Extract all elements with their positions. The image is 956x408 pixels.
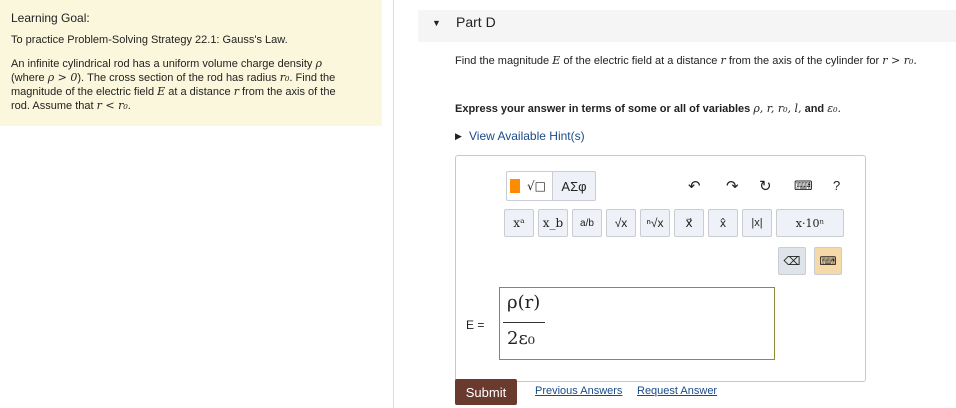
- answer-denominator[interactable]: 2ε₀: [507, 328, 535, 349]
- answer-numerator[interactable]: ρ(r): [507, 292, 540, 313]
- rho-symbol: ρ: [315, 57, 322, 70]
- undo-icon[interactable]: ↶: [688, 177, 701, 195]
- learning-goal-description: An infinite cylindrical rod has a unifor…: [11, 57, 336, 112]
- answer-label: E =: [466, 318, 485, 332]
- fraction-bar: [503, 322, 545, 323]
- redo-icon[interactable]: ↷: [726, 177, 739, 195]
- unit-vector-button[interactable]: x̂: [708, 209, 738, 237]
- superscript-button[interactable]: xᵃ: [504, 209, 534, 237]
- hint-triangle-icon[interactable]: ▶: [455, 131, 462, 142]
- delete-icon[interactable]: ⌫: [778, 247, 806, 275]
- answer-instructions: Express your answer in terms of some or …: [455, 102, 842, 115]
- square-root-button[interactable]: √x: [606, 209, 636, 237]
- previous-answers-link[interactable]: Previous Answers: [535, 385, 622, 397]
- reset-icon[interactable]: ↻: [759, 177, 772, 195]
- templates-tab[interactable]: √□: [506, 171, 554, 201]
- part-title: Part D: [456, 14, 496, 30]
- keyboard-icon[interactable]: ⌨: [814, 247, 842, 275]
- answer-input[interactable]: [499, 287, 775, 360]
- nth-root-button[interactable]: ⁿ√x: [640, 209, 670, 237]
- learning-goal-panel: Learning Goal: To practice Problem-Solvi…: [0, 0, 382, 126]
- submit-button[interactable]: Submit: [455, 379, 517, 405]
- absolute-value-button[interactable]: |x|: [742, 209, 772, 237]
- keyboard-shortcuts-icon[interactable]: ⌨: [794, 178, 813, 194]
- fraction-button[interactable]: a/b: [572, 209, 602, 237]
- greek-symbols-tab[interactable]: ΑΣφ: [552, 171, 596, 201]
- part-header[interactable]: [418, 10, 956, 42]
- help-icon[interactable]: ?: [833, 178, 840, 193]
- scientific-notation-button[interactable]: x·10ⁿ: [776, 209, 844, 237]
- column-divider: [393, 0, 394, 408]
- view-hints-link[interactable]: View Available Hint(s): [469, 129, 585, 143]
- question-text: Find the magnitude E of the electric fie…: [455, 54, 917, 67]
- orange-square-icon: [510, 179, 520, 193]
- subscript-button[interactable]: x_b: [538, 209, 568, 237]
- learning-goal-strategy: To practice Problem-Solving Strategy 22.…: [11, 34, 288, 46]
- vector-button[interactable]: x⃗: [674, 209, 704, 237]
- learning-goal-title: Learning Goal:: [11, 11, 90, 25]
- collapse-triangle-icon[interactable]: ▼: [432, 18, 441, 28]
- request-answer-link[interactable]: Request Answer: [637, 385, 717, 397]
